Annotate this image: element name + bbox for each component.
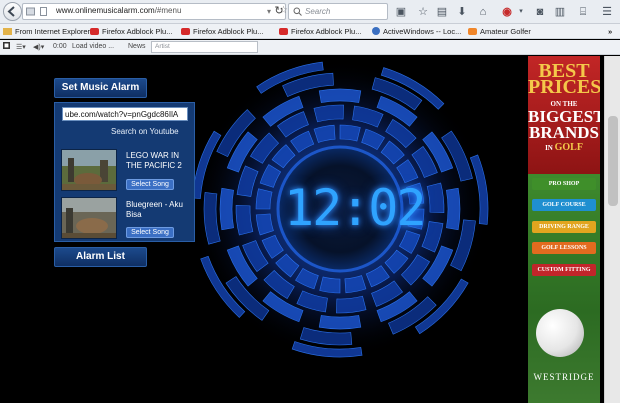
alarm-list-button[interactable]: Alarm List: [54, 247, 147, 267]
clock-ring-segment: [339, 124, 361, 142]
ad-text: BRANDS: [529, 123, 599, 142]
hamburger-menu-icon[interactable]: ☰: [600, 5, 614, 19]
navigation-bar: www.onlinemusicalarm.com/#menu ▾ ☆ ↻ Sea…: [0, 0, 620, 24]
clock-ring-segment: [446, 187, 461, 231]
adblock-dropdown-icon[interactable]: ▾: [514, 5, 528, 19]
search-placeholder: Search: [305, 7, 331, 16]
select-song-button[interactable]: Select Song: [126, 227, 174, 238]
youtube-icon: [279, 28, 288, 35]
artist-input[interactable]: Artist: [151, 41, 258, 53]
addon-logo-icon[interactable]: ◼: [3, 42, 10, 49]
bookmark-item[interactable]: Firefox Adblock Plu...: [181, 27, 263, 36]
clock-time: 12:02: [284, 179, 427, 237]
search-box[interactable]: Search: [288, 3, 388, 20]
song-thumbnail[interactable]: [61, 197, 117, 239]
youtube-url-input[interactable]: ube.com/watch?v=pnGgdc86IlA: [62, 107, 188, 121]
song-title: Bluegreen - Aku Bisa: [126, 200, 183, 219]
clock-ring-segment: [319, 276, 341, 294]
clock-ring-segment: [255, 188, 273, 210]
song-thumbnail[interactable]: [61, 149, 117, 191]
golf-ball-image: [536, 309, 584, 357]
addon-toolbar: ◼ ☰▾ ◀)▾ 0:00 Load video ... News Artist: [0, 40, 620, 55]
westridge-logo: WESTRIDGE: [533, 372, 595, 382]
url-text: www.onlinemusicalarm.com/#menu: [56, 6, 182, 15]
ad-button-custom-fitting[interactable]: CUSTOM FITTING: [532, 264, 596, 276]
reload-icon[interactable]: ↻: [272, 4, 286, 18]
bookmark-item[interactable]: ActiveWindows -- Loc...: [372, 27, 461, 36]
clipboard-icon[interactable]: ▤: [435, 5, 449, 19]
bookmark-item[interactable]: Firefox Adblock Plu...: [279, 27, 361, 36]
select-song-button[interactable]: Select Song: [126, 179, 174, 190]
list-menu-icon[interactable]: ☰▾: [16, 43, 26, 51]
ad-button-pro-shop[interactable]: PRO SHOP: [532, 178, 596, 190]
more-bookmarks-button[interactable]: »: [608, 27, 612, 36]
sidebar-icon[interactable]: ▥: [553, 5, 567, 19]
ad-text: PRICES: [528, 76, 600, 98]
page-scrollbar[interactable]: [604, 56, 620, 403]
address-bar[interactable]: www.onlinemusicalarm.com/#menu ▾ ☆: [22, 3, 288, 20]
clock-ring-segment: [318, 88, 362, 103]
page-icon: [40, 7, 47, 16]
youtube-icon: [181, 28, 190, 35]
set-music-alarm-button[interactable]: Set Music Alarm: [54, 78, 147, 98]
ad-button-golf-course[interactable]: GOLF COURSE: [532, 199, 596, 211]
load-video-button[interactable]: Load video ...: [72, 43, 114, 50]
search-youtube-link[interactable]: Search on Youtube: [111, 127, 179, 136]
download-icon[interactable]: ⬇: [455, 5, 469, 19]
browser-window: www.onlinemusicalarm.com/#menu ▾ ☆ ↻ Sea…: [0, 0, 620, 403]
back-button[interactable]: [3, 2, 22, 21]
url-history-dropdown[interactable]: ▾: [267, 7, 271, 16]
extension-icon[interactable]: ◙: [533, 5, 547, 19]
site-identity-icon[interactable]: [26, 7, 35, 16]
video-thumbnail-image: [62, 198, 116, 238]
video-thumbnail-image: [62, 150, 116, 190]
home-icon[interactable]: ⌂: [476, 5, 490, 19]
ad-headline-area: BEST PRICES ON THE BIGGEST BRANDS IN GOL…: [528, 56, 600, 174]
page-content: 12:02 Set Music Alarm ube.com/watch?v=pn…: [0, 56, 604, 403]
volume-icon[interactable]: ◀)▾: [33, 43, 44, 51]
song-title: LEGO WAR IN THE PACIFIC 2: [126, 151, 182, 170]
golf-ad-banner[interactable]: BEST PRICES ON THE BIGGEST BRANDS IN GOL…: [528, 56, 600, 403]
bookmark-item[interactable]: From Internet Explorer: [3, 27, 90, 36]
bookmarks-bar: From Internet Explorer Firefox Adblock P…: [0, 24, 620, 39]
clock-ring-segment: [318, 315, 362, 330]
ad-button-golf-lessons[interactable]: GOLF LESSONS: [532, 242, 596, 254]
youtube-icon: [90, 28, 99, 35]
star-icon[interactable]: ☆: [416, 5, 430, 19]
bookmark-item[interactable]: Amateur Golfer: [468, 27, 531, 36]
globe-icon: [372, 27, 380, 35]
clock-ring-segment: [219, 187, 234, 231]
music-panel: ube.com/watch?v=pnGgdc86IlA Search on Yo…: [54, 102, 195, 242]
playback-time: 0:00: [53, 43, 67, 50]
news-button[interactable]: News: [128, 43, 146, 50]
search-icon: [293, 7, 302, 16]
ad-button-driving-range[interactable]: DRIVING RANGE: [532, 221, 596, 233]
scrollbar-thumb[interactable]: [608, 116, 618, 206]
reader-view-icon[interactable]: ▣: [394, 5, 408, 19]
blogger-icon: [468, 28, 477, 35]
ad-text: IN GOLF: [545, 142, 583, 153]
bookmark-item[interactable]: Firefox Adblock Plu...: [90, 27, 172, 36]
folder-icon: [3, 28, 12, 35]
back-arrow-icon: [7, 6, 15, 17]
bookmarks-menu-icon[interactable]: ⌸: [576, 5, 590, 19]
adblock-icon[interactable]: ◉: [500, 5, 514, 19]
